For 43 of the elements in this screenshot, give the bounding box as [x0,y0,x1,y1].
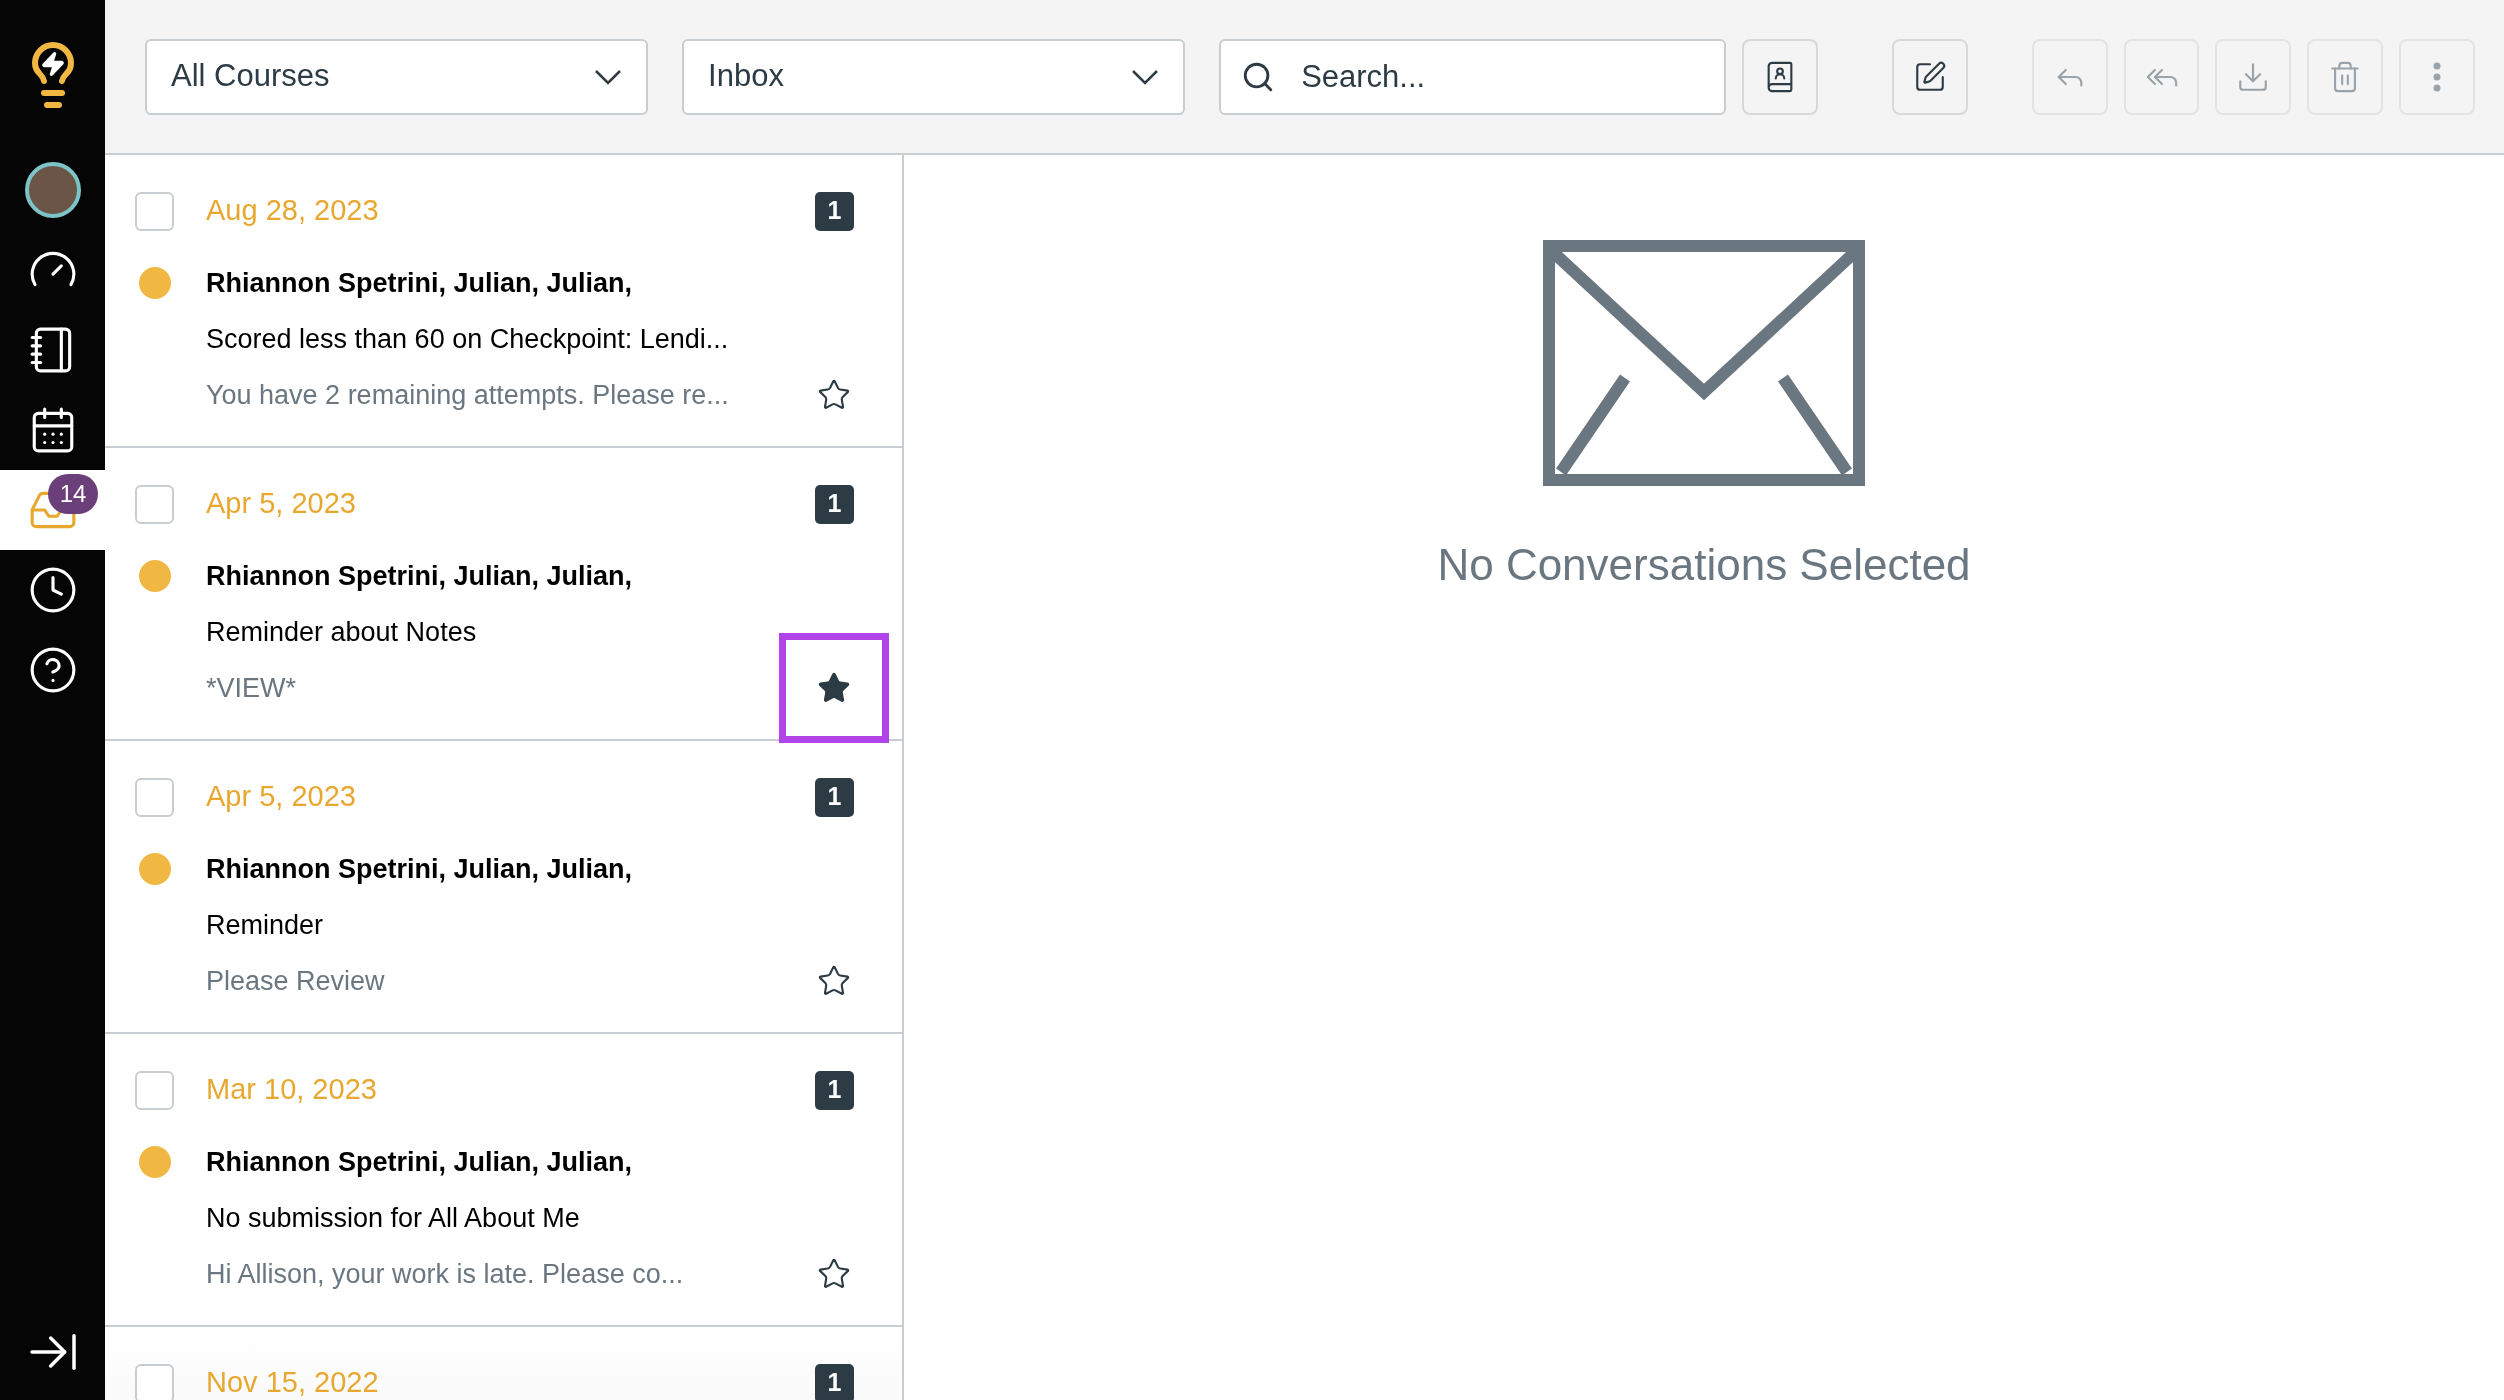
nav-item[interactable]: 14 [0,470,105,550]
empty-state-message: No Conversations Selected [1437,539,1971,591]
select-checkbox[interactable] [135,484,174,524]
message-preview: Please Review [206,964,385,998]
conversation-subject: Reminder about Notes [206,615,477,649]
message-count-badge: 1 [815,484,854,524]
search-field[interactable]: Search... [1219,38,1727,115]
message-preview: *VIEW* [206,671,297,705]
unread-count-badge: 14 [48,474,98,514]
conversation-date: Aug 28, 2023 [206,193,379,229]
participants: Rhiannon Spetrini, Julian, Julian, [206,559,633,593]
message-count-badge: 1 [815,777,854,817]
chevron-down-icon [594,68,623,85]
select-checkbox[interactable] [135,1070,174,1110]
conversation-date: Mar 10, 2023 [206,1072,377,1108]
more-icon [2433,61,2442,92]
star-icon [817,378,851,412]
participants: Rhiannon Spetrini, Julian, Julian, [206,1145,633,1179]
message-preview: Hi Allison, your work is late. Please co... [206,1257,684,1291]
chevron-down-icon [1131,68,1160,85]
conversation-subject: Scored less than 60 on Checkpoint: Lendi... [206,322,729,356]
participants: Rhiannon Spetrini, Julian, Julian, [206,266,633,300]
toolbar-button[interactable] [1742,38,1818,115]
select-checkbox[interactable] [135,191,174,231]
message-count-badge: 1 [815,191,854,231]
participants: Rhiannon Spetrini, Julian, Julian, [206,852,633,886]
select-checkbox[interactable] [135,777,174,817]
conversation-subject: No submission for All About Me [206,1201,580,1235]
message-preview: You have 2 remaining attempts. Please re... [206,378,729,412]
envelope-icon [1543,240,1865,486]
conversation-date: Apr 5, 2023 [206,486,356,522]
toolbar-button[interactable] [1891,38,1968,115]
message-count-badge: 1 [815,1070,854,1110]
message-count-badge: 1 [815,1363,854,1400]
star-icon [817,964,851,998]
conversation-date: Apr 5, 2023 [206,779,356,815]
select-checkbox[interactable] [135,1363,174,1400]
star-icon [817,1257,851,1291]
mailbox-dropdown[interactable]: Inbox [682,38,1186,115]
course-dropdown[interactable]: All Courses [145,38,649,115]
star-icon [817,671,851,705]
conversation-date: Nov 15, 2022 [206,1365,379,1400]
conversation-subject: Reminder [206,908,324,942]
